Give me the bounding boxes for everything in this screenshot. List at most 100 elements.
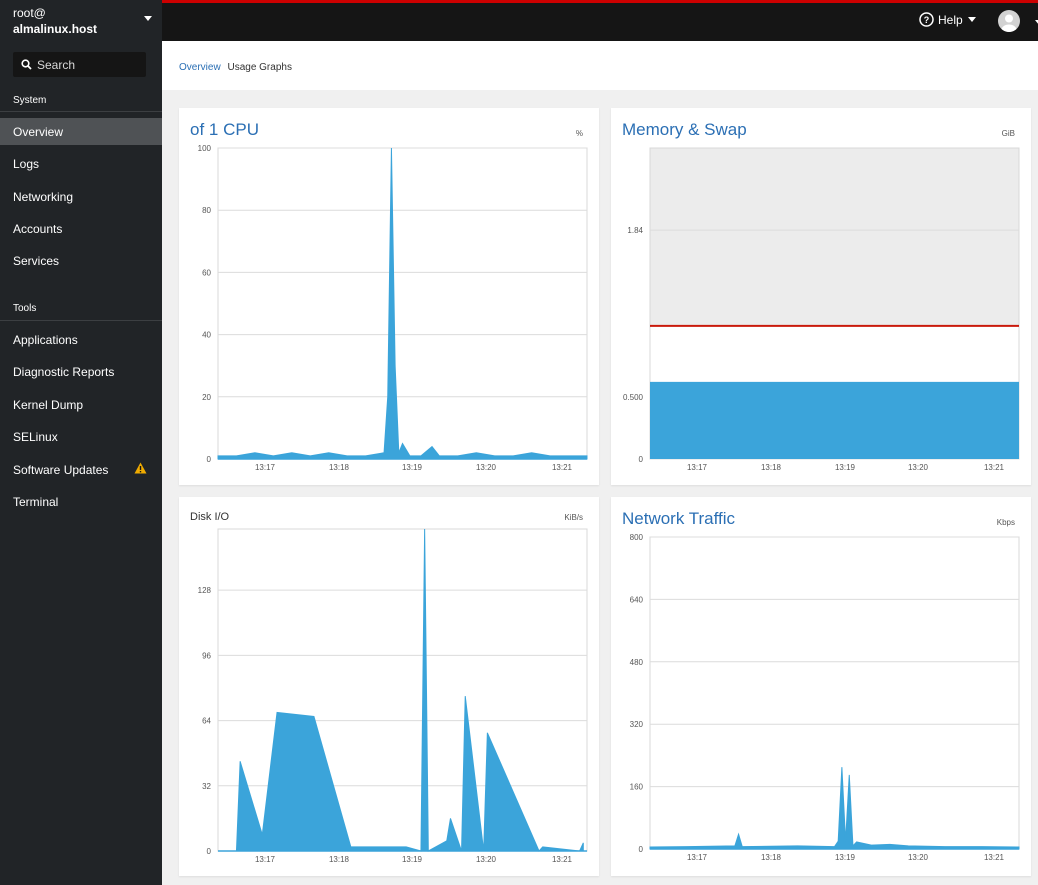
chevron-down-icon[interactable]: [144, 16, 152, 21]
sidebar-item-label: Logs: [13, 156, 40, 171]
sidebar-item-label: Terminal: [13, 494, 59, 509]
sidebar: root@ almalinux.host System Overview Log…: [0, 0, 162, 885]
disk-io-card: 128 96 64 32 0 13:17 13:18 13:19 13:20 13:21 Disk…: [179, 497, 599, 876]
x-tick-label: 13:20: [476, 463, 497, 472]
x-tick-label: 13:19: [835, 463, 856, 472]
x-tick-label: 13:20: [476, 855, 497, 864]
series-area: [235, 528, 584, 852]
y-tick-label: 640: [630, 595, 644, 604]
y-tick-label: 64: [202, 717, 211, 726]
y-tick-label: 0: [207, 455, 212, 464]
section-title-tools: Tools: [13, 303, 37, 314]
sidebar-item-overview[interactable]: Overview: [0, 118, 162, 145]
sidebar-item-kernel-dump[interactable]: Kernel Dump: [0, 391, 162, 418]
sidebar-item-networking[interactable]: Networking: [0, 183, 162, 210]
breadcrumb-current: Usage Graphs: [227, 62, 292, 73]
y-tick-label: 160: [630, 783, 644, 792]
chart-unit: GiB: [1001, 129, 1015, 138]
x-tick-label: 13:20: [908, 463, 929, 472]
sidebar-item-software-updates[interactable]: Software Updates: [0, 456, 162, 483]
host-name: almalinux.host: [13, 22, 98, 36]
search-input[interactable]: [37, 57, 137, 72]
warning-icon: [134, 462, 147, 474]
y-tick-label: 80: [202, 206, 211, 215]
y-tick-label: 320: [630, 720, 644, 729]
sidebar-item-accounts[interactable]: Accounts: [0, 215, 162, 242]
y-tick-label: 96: [202, 651, 211, 660]
chart-unit: %: [575, 129, 583, 138]
chevron-down-icon: [967, 17, 976, 22]
breadcrumb-overview-link[interactable]: Overview: [179, 62, 221, 73]
y-tick-label: 480: [630, 658, 644, 667]
sidebar-item-terminal[interactable]: Terminal: [0, 488, 162, 515]
y-tick-label: 128: [198, 586, 212, 595]
avatar[interactable]: [998, 10, 1020, 32]
x-tick-label: 13:19: [835, 853, 856, 862]
x-tick-label: 13:17: [255, 855, 276, 864]
x-tick-label: 13:18: [761, 853, 782, 862]
breadcrumb-bar: Overview Usage Graphs: [162, 41, 1038, 90]
x-tick-label: 13:21: [552, 855, 573, 864]
chart-unit: KiB/s: [564, 513, 583, 522]
sidebar-item-selinux[interactable]: SELinux: [0, 423, 162, 450]
sidebar-item-applications[interactable]: Applications: [0, 326, 162, 353]
x-tick-label: 13:19: [402, 855, 423, 864]
chart-plot: 100 80 60 40 20 0 13:17 13:18 13:19 13:20 13:21: [198, 144, 588, 472]
help-label: Help: [938, 12, 963, 27]
x-tick-label: 13:17: [687, 853, 708, 862]
chart-title: Memory & Swap: [622, 120, 747, 139]
breadcrumb: Overview Usage Graphs: [179, 62, 292, 73]
host-user: root@: [13, 6, 46, 20]
memory-card: 1.84 0.500 0 13:17 13:18 13:19 13:20 13:21 Memo…: [611, 108, 1031, 485]
swap-area: [650, 148, 1019, 326]
sidebar-item-label: Applications: [13, 332, 78, 347]
chart-unit: Kbps: [996, 518, 1015, 527]
help-icon: ?: [919, 12, 934, 27]
sidebar-item-label: Diagnostic Reports: [13, 364, 115, 379]
x-tick-label: 13:18: [329, 463, 350, 472]
sidebar-item-diagnostic-reports[interactable]: Diagnostic Reports: [0, 358, 162, 385]
chart-title: Network Traffic: [622, 509, 736, 528]
user-icon: [1001, 14, 1017, 32]
x-tick-label: 13:21: [984, 463, 1005, 472]
y-tick-label: 0: [639, 845, 644, 854]
sidebar-item-label: Networking: [13, 189, 74, 204]
divider: [0, 320, 162, 321]
cpu-card: 100 80 60 40 20 0 13:17 13:18 13:19 13:20 13:21 of…: [179, 108, 599, 485]
section-title-system: System: [13, 95, 47, 106]
svg-text:?: ?: [924, 15, 930, 25]
sidebar-item-logs[interactable]: Logs: [0, 150, 162, 177]
series-area: [649, 767, 1020, 850]
series-area: [217, 147, 588, 460]
x-tick-label: 13:17: [687, 463, 708, 472]
x-tick-label: 13:19: [402, 463, 423, 472]
y-tick-label: 1.84: [627, 226, 643, 235]
x-tick-label: 13:20: [908, 853, 929, 862]
help-menu[interactable]: ? Help: [919, 12, 976, 27]
y-tick-label: 20: [202, 393, 211, 402]
topbar: ? Help: [162, 0, 1038, 41]
sidebar-item-label: Overview: [13, 124, 64, 139]
y-tick-label: 40: [202, 331, 211, 340]
y-tick-label: 0: [639, 455, 644, 464]
memory-area: [650, 381, 1019, 459]
divider: [0, 111, 162, 112]
chart-plot: 128 96 64 32 0 13:17 13:18 13:19 13:20 13:21: [198, 528, 588, 864]
chart-plot: 800 640 480 320 160 0 13:17 13:18 13:19 13:20 13:2…: [630, 533, 1020, 862]
y-tick-label: 0: [207, 847, 212, 856]
host-switcher[interactable]: root@ almalinux.host: [13, 5, 97, 37]
y-tick-label: 800: [630, 533, 644, 542]
y-tick-label: 0.500: [623, 393, 644, 402]
sidebar-item-services[interactable]: Services: [0, 247, 162, 274]
x-tick-label: 13:21: [984, 853, 1005, 862]
plot-frame: [649, 536, 1020, 850]
sidebar-item-label: Kernel Dump: [13, 397, 84, 412]
search-box[interactable]: [13, 52, 146, 77]
x-tick-label: 13:17: [255, 463, 276, 472]
sidebar-item-label: SELinux: [13, 429, 58, 444]
y-tick-label: 60: [202, 268, 211, 277]
y-tick-label: 32: [202, 782, 211, 791]
network-card: 800 640 480 320 160 0 13:17 13:18 13:19 13:20 13:2…: [611, 497, 1031, 876]
x-tick-label: 13:21: [552, 463, 573, 472]
x-tick-label: 13:18: [329, 855, 350, 864]
